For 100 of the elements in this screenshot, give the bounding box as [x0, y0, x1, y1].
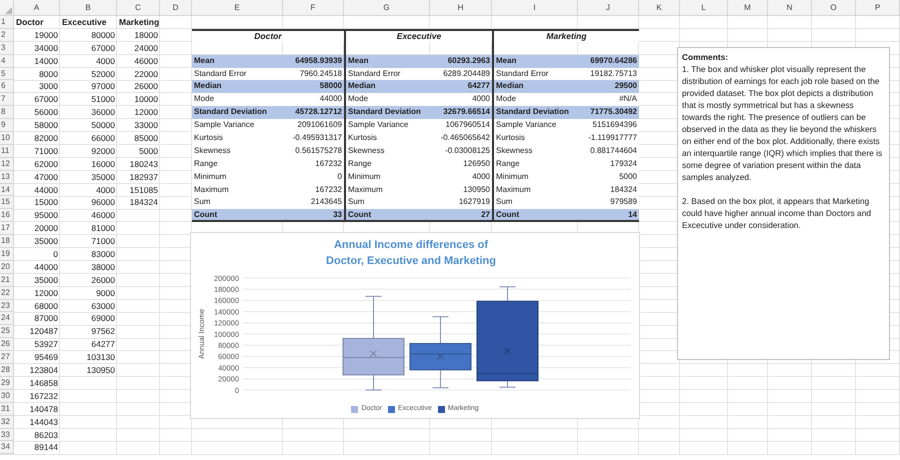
table-cell: 167232: [283, 184, 344, 196]
row-header[interactable]: 28: [0, 364, 14, 377]
table-cell: 0.561575278: [283, 144, 344, 158]
table-cell-text: 52000: [90, 68, 116, 80]
table-cell-text: 103130: [86, 351, 116, 364]
row-header[interactable]: 25: [0, 325, 14, 338]
chart-title: Annual Income differences of Doctor, Executive and Marketing: [325, 238, 497, 269]
row-header[interactable]: 3: [0, 42, 14, 55]
table-cell-text: 36000: [90, 106, 116, 120]
table-cell-text: 22000: [133, 68, 159, 80]
table-cell: Kurtosis: [192, 132, 283, 145]
row-header[interactable]: 34: [0, 441, 14, 454]
row-header[interactable]: 4: [0, 54, 14, 68]
table-cell: Range: [492, 158, 578, 171]
table-cell: Skewness: [192, 144, 283, 158]
table-cell-text: 67000: [33, 93, 59, 106]
table-cell: 69970.64286: [578, 54, 639, 68]
row-header[interactable]: 5: [0, 68, 14, 80]
table-cell: 33: [283, 209, 344, 222]
column-header[interactable]: B: [60, 0, 117, 16]
table-cell-text: 130950: [86, 364, 116, 377]
row-header[interactable]: 6: [0, 80, 14, 94]
table-cell-text: Marketing: [118, 16, 160, 29]
column-header[interactable]: A: [14, 0, 60, 16]
row-header[interactable]: 24: [0, 312, 14, 326]
table-cell-text: 182937: [128, 170, 159, 184]
table-cell: Range: [192, 158, 283, 171]
table-cell: Sum: [344, 196, 430, 210]
column-header[interactable]: P: [856, 0, 900, 16]
table-cell-text: Doctor: [15, 16, 44, 29]
row-header[interactable]: 23: [0, 300, 14, 312]
column-header[interactable]: F: [283, 0, 344, 16]
column-header[interactable]: J: [578, 0, 639, 16]
table-cell-text: 68000: [33, 300, 59, 312]
row-header[interactable]: 32: [0, 416, 14, 428]
table-cell-text: 151085: [128, 184, 159, 196]
row-header[interactable]: 8: [0, 106, 14, 120]
row-header[interactable]: 18: [0, 235, 14, 248]
row-header[interactable]: 15: [0, 196, 14, 210]
table-cell: Minimum: [344, 170, 430, 184]
table-cell: Minimum: [192, 170, 283, 184]
column-header[interactable]: K: [639, 0, 680, 16]
table-cell: 0.881744604: [578, 144, 639, 158]
table-cell-text: 9000: [95, 286, 116, 300]
table-header: Doctor: [192, 28, 344, 42]
table-cell-text: 46000: [90, 209, 116, 222]
row-header[interactable]: 26: [0, 338, 14, 352]
column-header[interactable]: H: [430, 0, 492, 16]
table-cell: #N/A: [578, 93, 639, 106]
table-cell-text: 95000: [33, 209, 59, 222]
table-cell-text: 26000: [133, 80, 159, 94]
row-header[interactable]: 2: [0, 28, 14, 42]
table-cell-text: 144043: [28, 416, 59, 428]
column-header[interactable]: D: [160, 0, 192, 16]
row-header[interactable]: 27: [0, 351, 14, 364]
row-header[interactable]: 11: [0, 144, 14, 158]
table-cell-text: 96000: [90, 196, 116, 210]
table-cell-text: 12000: [33, 286, 59, 300]
table-cell: 979589: [578, 196, 639, 210]
table-cell: Maximum: [344, 184, 430, 196]
table-cell: Median: [344, 80, 430, 94]
column-header[interactable]: M: [728, 0, 768, 16]
column-header[interactable]: E: [192, 0, 283, 16]
row-header[interactable]: 7: [0, 93, 14, 106]
row-header[interactable]: 13: [0, 170, 14, 184]
row-header[interactable]: 17: [0, 222, 14, 236]
table-cell-text: 18000: [133, 28, 159, 42]
column-header[interactable]: G: [344, 0, 430, 16]
table-cell-text: 4000: [95, 184, 116, 196]
row-header[interactable]: 21: [0, 274, 14, 287]
row-header[interactable]: 12: [0, 158, 14, 171]
table-cell: Sample Variance: [192, 119, 283, 132]
column-header[interactable]: N: [768, 0, 812, 16]
row-header[interactable]: 30: [0, 390, 14, 403]
row-header[interactable]: 14: [0, 184, 14, 196]
comment-paragraph: 2. Based on the box plot, it appears that Marketing could have higher annual income than Doctors and Excecutive under consideration.: [682, 195, 872, 231]
column-header[interactable]: O: [812, 0, 856, 16]
row-header[interactable]: 19: [0, 248, 14, 261]
table-cell: 1627919: [430, 196, 492, 210]
table-cell-text: 89144: [33, 441, 59, 454]
table-cell: -1.119917777: [578, 132, 639, 145]
row-header[interactable]: 16: [0, 209, 14, 222]
column-header[interactable]: C: [117, 0, 160, 16]
comments-title: Comments:: [682, 51, 730, 63]
row-header[interactable]: 33: [0, 428, 14, 442]
row-header[interactable]: 20: [0, 260, 14, 274]
row-header[interactable]: 31: [0, 402, 14, 416]
row-header[interactable]: 9: [0, 119, 14, 132]
table-cell-text: 47000: [33, 170, 59, 184]
table-cell: Range: [344, 158, 430, 171]
row-header[interactable]: 22: [0, 286, 14, 300]
row-header[interactable]: 29: [0, 376, 14, 390]
table-cell: Sample Variance: [344, 119, 430, 132]
select-all-button[interactable]: [0, 0, 14, 16]
column-header[interactable]: L: [680, 0, 728, 16]
table-cell-text: 167232: [28, 390, 59, 403]
table-cell-text: 34000: [33, 42, 59, 55]
column-header[interactable]: I: [492, 0, 578, 16]
row-header[interactable]: 10: [0, 132, 14, 145]
row-header[interactable]: 1: [0, 16, 14, 29]
